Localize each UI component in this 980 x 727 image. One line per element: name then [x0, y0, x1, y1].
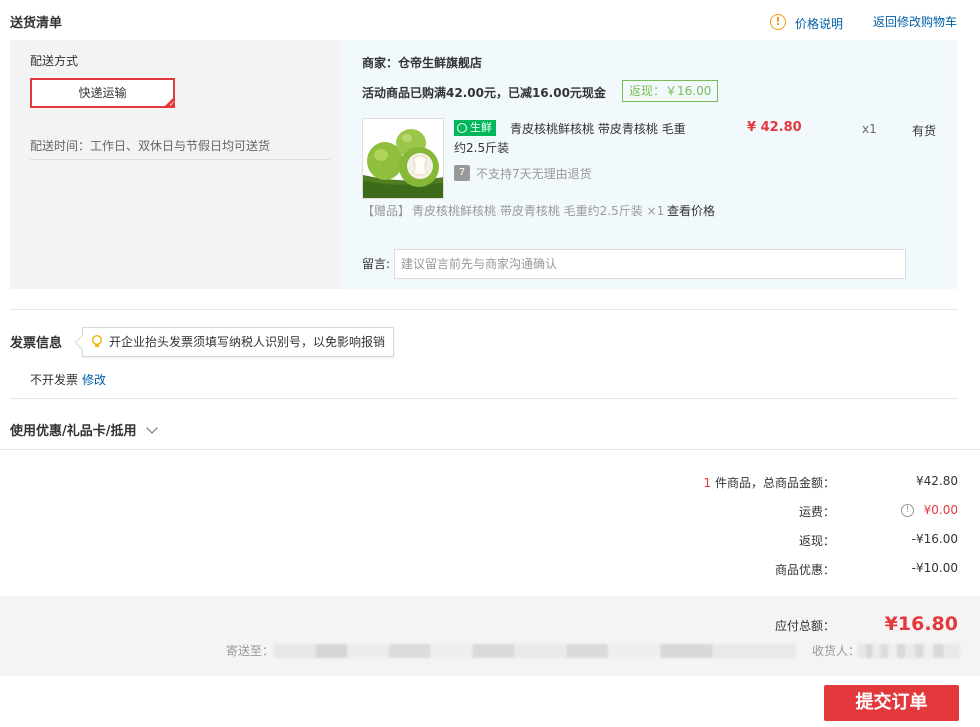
stock-status: 有货: [912, 124, 937, 138]
express-shipping-option[interactable]: 快递运输: [30, 78, 175, 109]
invoice-modify-link[interactable]: 修改: [82, 371, 106, 388]
goods-amount: ¥42.80: [916, 474, 958, 488]
invoice-tip-text: 开企业抬头发票须填写纳税人识别号，以免影响报销: [109, 335, 386, 349]
product-price: ¥ 42.80: [747, 120, 802, 135]
product-image[interactable]: [362, 118, 444, 199]
price-note-link[interactable]: 价格说明: [795, 15, 843, 32]
no-return-icon: 7: [454, 165, 470, 181]
warning-icon: !: [770, 14, 786, 30]
selected-check-icon: [163, 96, 175, 109]
shipping-divider: [30, 159, 330, 160]
discount-amount: -¥10.00: [911, 561, 958, 575]
section-divider: [0, 449, 980, 450]
return-policy: 不支持7天无理由退货: [476, 167, 592, 181]
ship-to-label: 寄送至：: [226, 644, 275, 658]
product-name-line1[interactable]: 青皮核桃鲜核桃 带皮青核桃 毛重: [510, 120, 686, 137]
invoice-title: 发票信息: [10, 336, 63, 351]
freight-label: 运费：: [798, 505, 835, 519]
section-divider: [10, 398, 958, 399]
product-quantity: x1: [862, 122, 877, 136]
receiver-label: 收货人：: [812, 644, 861, 658]
total-label: 应付总额：: [774, 619, 835, 633]
express-shipping-label: 快递运输: [78, 86, 127, 100]
back-to-cart-link[interactable]: 返回修改购物车: [873, 13, 957, 30]
section-divider: [10, 309, 958, 310]
promo-text: 活动商品已购满42.00元，已减16.00元现金: [362, 86, 606, 100]
cashback-amount: -¥16.00: [911, 532, 958, 546]
chevron-down-icon: [146, 422, 158, 434]
submit-order-button[interactable]: 提交订单: [824, 685, 959, 721]
goods-count-label: 1 件商品，总商品金额：: [600, 474, 835, 491]
fresh-tag: 生鲜: [454, 120, 496, 136]
invoice-status: 不开发票: [30, 373, 79, 387]
shipping-label: 配送方式: [30, 54, 79, 68]
cashback-badge: 返现：￥16.00: [622, 80, 719, 102]
goods-count-suffix: 件商品，总商品金额：: [714, 476, 835, 490]
total-bar: [0, 596, 980, 676]
fresh-tag-label: 生鲜: [470, 121, 492, 134]
coupon-title: 使用优惠/礼品卡/抵用: [10, 424, 137, 439]
remark-label: 留言:: [362, 257, 391, 271]
remark-input[interactable]: 建议留言前先与商家沟通确认: [394, 249, 906, 279]
coupon-toggle[interactable]: 使用优惠/礼品卡/抵用: [10, 420, 158, 439]
gift-name: 青皮核桃鲜核桃 带皮青核桃 毛重约2.5斤装 ×1: [412, 204, 665, 218]
walnut-image-icon: [363, 129, 443, 198]
delivery-time: 配送时间：工作日、双休日与节假日均可送货: [30, 139, 271, 153]
fresh-tag-icon: [457, 123, 467, 133]
lightbulb-icon: [92, 335, 102, 347]
product-name-line2[interactable]: 约2.5斤装: [454, 139, 509, 156]
invoice-tip: 开企业抬头发票须填写纳税人识别号，以免影响报销: [82, 327, 395, 357]
receiver-redacted: [858, 644, 960, 658]
ship-to-address-redacted: [274, 644, 796, 658]
cashback-label: 返现：: [798, 534, 835, 548]
discount-label: 商品优惠：: [774, 563, 835, 577]
total-amount: ¥16.80: [884, 613, 958, 635]
gift-prefix: 【赠品】: [362, 204, 411, 218]
freight-amount: ¥0.00: [923, 503, 958, 517]
gift-view-price-link[interactable]: 查看价格: [667, 202, 715, 219]
section-title-delivery: 送货清单: [10, 16, 63, 31]
merchant-name: 商家：仓帝生鲜旗舰店: [362, 56, 483, 70]
goods-count: 1: [703, 476, 712, 490]
